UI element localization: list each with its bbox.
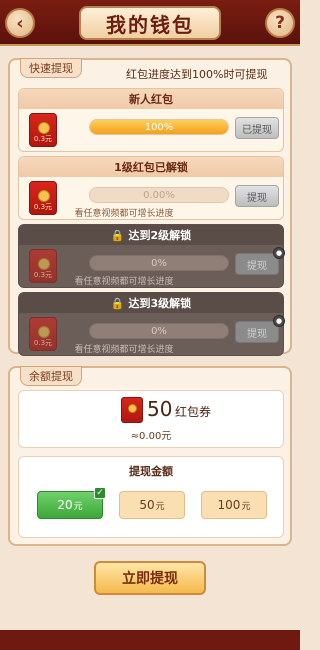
- amount-value: 50: [139, 498, 155, 512]
- red-envelope-coupon-icon: [121, 397, 143, 423]
- progress-hint: 看任意视频都可增长进度: [74, 345, 174, 355]
- withdraw-now-button[interactable]: 立即提现: [94, 561, 206, 595]
- level-card-newbie: 新人红包 0.3元 100% 已提现: [18, 88, 284, 152]
- amount-selector: 提现金额 20 元 ✓ 50 元 100 元: [18, 456, 284, 538]
- amount-unit: 元: [155, 501, 165, 512]
- amount-option-20[interactable]: 20 元 ✓: [37, 487, 106, 519]
- envelope-seal-icon: [38, 122, 50, 134]
- question-mark-icon: ?: [275, 13, 285, 33]
- bottom-bar: [0, 630, 300, 650]
- lock-badge-icon: ●: [273, 315, 285, 327]
- withdrawn-button[interactable]: 已提现: [235, 117, 279, 139]
- level-card-3-locked: 🔒 达到3级解锁 0.3元 0% 看任意视频都可增长进度 提现 ●: [18, 292, 285, 356]
- level-title: 🔒 达到3级解锁: [19, 293, 283, 313]
- envelope-seal-icon: [38, 326, 50, 338]
- amount-unit: 元: [241, 501, 251, 512]
- progress-bar: 0%: [89, 323, 229, 339]
- progress-bar: 100%: [89, 119, 229, 135]
- envelope-seal-icon: [38, 258, 50, 270]
- coupon-count: 50: [147, 397, 173, 421]
- back-button[interactable]: ‹: [5, 8, 35, 38]
- balance-summary: 50 红包券 ≈0.00元: [18, 390, 284, 448]
- progress-text: 0%: [151, 257, 167, 269]
- amount-option-100[interactable]: 100 元: [201, 491, 267, 519]
- withdraw-button[interactable]: 提现: [235, 185, 279, 207]
- lock-icon: 🔒: [110, 296, 125, 310]
- progress-hint: 看任意视频都可增长进度: [74, 277, 174, 287]
- coupon-unit: 红包券: [175, 405, 212, 419]
- quick-withdraw-tag: 快速提现: [20, 58, 82, 78]
- lock-badge-icon: ●: [273, 247, 285, 259]
- balance-withdraw-tag: 余额提现: [20, 366, 82, 386]
- level-card-2-locked: 🔒 达到2级解锁 0.3元 0% 看任意视频都可增长进度 提现 ●: [18, 224, 285, 288]
- amount-option-50[interactable]: 50 元: [119, 491, 185, 519]
- page-title-plate: 我的钱包: [79, 6, 221, 40]
- page-title: 我的钱包: [106, 12, 194, 37]
- progress-bar: 0%: [89, 255, 229, 271]
- lock-icon: 🔒: [110, 228, 125, 242]
- level-title-text: 达到2级解锁: [128, 229, 192, 242]
- help-button[interactable]: ?: [265, 8, 295, 38]
- balance-equivalent: ≈0.00元: [130, 431, 172, 442]
- back-arrow-icon: ‹: [16, 12, 24, 34]
- level-title-text: 1级红包已解锁: [114, 161, 188, 174]
- progress-bar: 0.00%: [89, 187, 229, 203]
- progress-text: 0.00%: [143, 189, 175, 201]
- amount-title: 提现金额: [129, 465, 173, 478]
- level-card-1: 1级红包已解锁 0.3元 0.00% 看任意视频都可增长进度 提现: [18, 156, 284, 220]
- level-title: 🔒 达到2级解锁: [19, 225, 283, 245]
- envelope-seal-icon: [38, 190, 50, 202]
- checkmark-icon: ✓: [94, 487, 106, 499]
- amount-value: 100: [217, 498, 241, 512]
- level-title: 新人红包: [19, 89, 283, 109]
- envelope-amount: 0.3元: [33, 135, 53, 143]
- envelope-seal-icon: [128, 404, 137, 413]
- amount-unit: 元: [73, 501, 83, 512]
- progress-text: 0%: [151, 325, 167, 337]
- top-header: ‹ 我的钱包 ?: [0, 0, 300, 46]
- withdraw-button-disabled[interactable]: 提现: [235, 253, 279, 275]
- balance-withdraw-panel: 余额提现 50 红包券 ≈0.00元 提现金额 20 元 ✓ 50 元 100 元: [8, 366, 292, 546]
- quick-withdraw-panel: 快速提现 红包进度达到100%时可提现 新人红包 0.3元 100% 已提现 1…: [8, 58, 292, 356]
- quick-withdraw-note: 红包进度达到100%时可提现: [126, 68, 268, 81]
- progress-text: 100%: [144, 121, 174, 133]
- red-envelope-icon: 0.3元: [29, 113, 57, 147]
- level-title-text: 新人红包: [129, 93, 173, 106]
- amount-value: 20: [57, 498, 73, 512]
- withdraw-button-disabled[interactable]: 提现: [235, 321, 279, 343]
- level-title: 1级红包已解锁: [19, 157, 283, 177]
- progress-hint: 看任意视频都可增长进度: [74, 209, 174, 219]
- level-title-text: 达到3级解锁: [128, 297, 192, 310]
